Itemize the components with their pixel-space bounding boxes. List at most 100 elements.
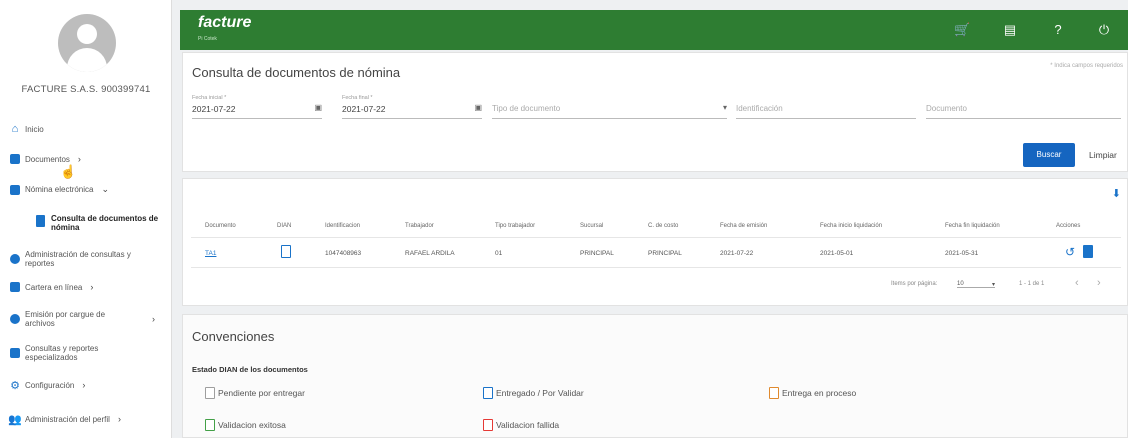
- column-header: C. de costo: [648, 223, 679, 229]
- cell-trabajador: RAFAEL ARDILA: [405, 250, 455, 257]
- cell-emision: 2021-07-22: [720, 250, 754, 257]
- header-divider: [191, 237, 1121, 238]
- field-label: Fecha inicial *: [192, 95, 227, 101]
- legend-entregado: Entregado / Por Validar: [483, 387, 584, 399]
- cart-icon[interactable]: 🛒: [954, 22, 970, 38]
- items-per-page-value: 10: [957, 281, 964, 287]
- sidebar-item-administracion-consultas[interactable]: Administración de consultas y reportes: [10, 250, 160, 268]
- facture-logo[interactable]: facture: [198, 14, 251, 32]
- column-header: Acciones: [1056, 223, 1081, 229]
- legend-label: Entregado / Por Validar: [496, 388, 584, 398]
- sidebar-item-label: Administración de consultas y reportes: [25, 250, 131, 268]
- report-icon: [10, 348, 20, 358]
- next-page-icon[interactable]: ›: [1097, 277, 1101, 289]
- help-icon[interactable]: ?: [1050, 22, 1066, 38]
- sidebar-item-nomina[interactable]: Nómina electrónica ⌄: [10, 184, 170, 195]
- chevron-right-icon: ›: [117, 414, 121, 424]
- cell-sucursal: PRINCIPAL: [580, 250, 614, 257]
- sidebar-item-label: Cartera en línea: [25, 282, 83, 292]
- sidebar-item-label: Configuración: [25, 380, 75, 390]
- calendar-icon[interactable]: ▣: [314, 103, 322, 112]
- tipo-documento-select[interactable]: Tipo de documento ▾: [492, 91, 727, 119]
- document-status-icon: [205, 387, 215, 399]
- sidebar-item-consultas-especializados[interactable]: Consultas y reportes especializados: [10, 344, 150, 362]
- sidebar-item-label: Administración del perfil: [25, 414, 110, 424]
- sidebar-item-documentos[interactable]: Documentos ›: [10, 154, 170, 164]
- sidebar-item-cartera[interactable]: Cartera en línea ›: [10, 282, 170, 292]
- power-icon[interactable]: ⏻: [1096, 22, 1112, 38]
- column-header: Trabajador: [405, 223, 434, 229]
- sidebar-item-configuracion[interactable]: ⚙ Configuración ›: [10, 380, 170, 392]
- search-card: Consulta de documentos de nómina * Indic…: [182, 52, 1128, 172]
- file-icon: [36, 215, 45, 227]
- top-header: facture Pi Cotek 🛒 ▤ ? ⏻: [180, 10, 1128, 50]
- column-header: Documento: [205, 223, 236, 229]
- dian-status-icon[interactable]: [281, 245, 291, 258]
- documento-link[interactable]: TA1: [205, 250, 216, 257]
- avatar[interactable]: [58, 14, 116, 72]
- sidebar-item-label: Consultas y reportes especializados: [25, 344, 99, 362]
- legend-label: Validacion exitosa: [218, 420, 286, 430]
- field-placeholder: Tipo de documento: [492, 104, 561, 113]
- document-status-icon: [483, 387, 493, 399]
- chevron-right-icon[interactable]: ›: [152, 314, 155, 324]
- legend-en-proceso: Entrega en proceso: [769, 387, 856, 399]
- sidebar-item-label: Inicio: [25, 124, 44, 134]
- identificacion-input[interactable]: Identificación: [736, 91, 916, 119]
- cell-fin: 2021-05-31: [945, 250, 979, 257]
- fecha-inicial-field[interactable]: Fecha inicial * 2021-07-22 ▣: [192, 91, 322, 119]
- results-card: ⬇ Documento DIAN Identificacion Trabajad…: [182, 178, 1128, 306]
- conventions-title: Convenciones: [192, 329, 275, 344]
- download-icon[interactable]: ⬇: [1112, 187, 1121, 200]
- undo-icon[interactable]: ↺: [1065, 245, 1075, 259]
- page-range: 1 - 1 de 1: [1019, 281, 1045, 287]
- folder-icon: [10, 184, 20, 195]
- field-label: Fecha final *: [342, 95, 373, 101]
- legend-label: Pendiente por entregar: [218, 388, 305, 398]
- sidebar-item-inicio[interactable]: ⌂ Inicio: [10, 123, 170, 135]
- buscar-button[interactable]: Buscar: [1023, 143, 1075, 167]
- document-status-icon: [483, 419, 493, 431]
- avatar-body: [67, 48, 107, 72]
- cell-identificacion: 1047408963: [325, 250, 362, 257]
- sidebar-item-administracion-perfil[interactable]: 👥 Administración del perfil ›: [8, 414, 170, 426]
- chevron-down-icon: ⌄: [101, 184, 110, 194]
- sidebar-item-label: Nómina electrónica: [25, 185, 94, 194]
- column-header: Fecha inicio liquidación: [820, 223, 883, 229]
- company-name: FACTURE S.A.S. 900399741: [21, 84, 151, 95]
- field-placeholder: Identificación: [736, 104, 783, 113]
- dropdown-arrow-icon[interactable]: ▾: [723, 103, 727, 112]
- field-placeholder: Documento: [926, 104, 967, 113]
- required-note: * Indica campos requeridos: [1050, 63, 1123, 69]
- sidebar-subitem-label: Consulta de documentos de nómina: [51, 214, 159, 232]
- legend-fallida: Validacion fallida: [483, 419, 559, 431]
- home-icon: ⌂: [11, 123, 19, 135]
- chevron-right-icon: ›: [82, 380, 86, 390]
- legend-label: Entrega en proceso: [782, 388, 857, 398]
- sidebar-item-emision[interactable]: Emisión por cargue de archivos: [10, 310, 120, 328]
- conventions-card: Convenciones Estado DIAN de los document…: [182, 314, 1128, 438]
- cloud-upload-icon: [10, 314, 20, 324]
- items-per-page-label: Items por página:: [891, 281, 938, 287]
- legend-label: Validacion fallida: [496, 420, 560, 430]
- column-header: Identificacion: [325, 223, 361, 229]
- document-status-icon: [205, 419, 215, 431]
- page-title: Consulta de documentos de nómina: [192, 65, 401, 80]
- wallet-icon: [10, 282, 20, 292]
- column-header: Fecha fin liquidación: [945, 223, 1000, 229]
- file-action-icon[interactable]: [1083, 245, 1093, 258]
- fecha-final-field[interactable]: Fecha final * 2021-07-22 ▣: [342, 91, 482, 119]
- calendar-icon[interactable]: ▣: [474, 103, 482, 112]
- sidebar-subitem-consulta-nomina[interactable]: Consulta de documentos de nómina: [36, 214, 170, 232]
- cell-costo: PRINCIPAL: [648, 250, 682, 257]
- column-header: DIAN: [277, 223, 292, 229]
- items-per-page-select[interactable]: 10 ▾: [957, 281, 995, 288]
- document-icon: [10, 154, 20, 164]
- prev-page-icon[interactable]: ‹: [1075, 277, 1079, 289]
- documento-input[interactable]: Documento: [926, 91, 1121, 119]
- legend-pendiente: Pendiente por entregar: [205, 387, 305, 399]
- sidebar: FACTURE S.A.S. 900399741 ⌂ Inicio Docume…: [0, 0, 172, 438]
- conventions-subtitle: Estado DIAN de los documentos: [192, 365, 308, 374]
- limpiar-button[interactable]: Limpiar: [1089, 143, 1125, 167]
- receipt-icon[interactable]: ▤: [1002, 22, 1018, 38]
